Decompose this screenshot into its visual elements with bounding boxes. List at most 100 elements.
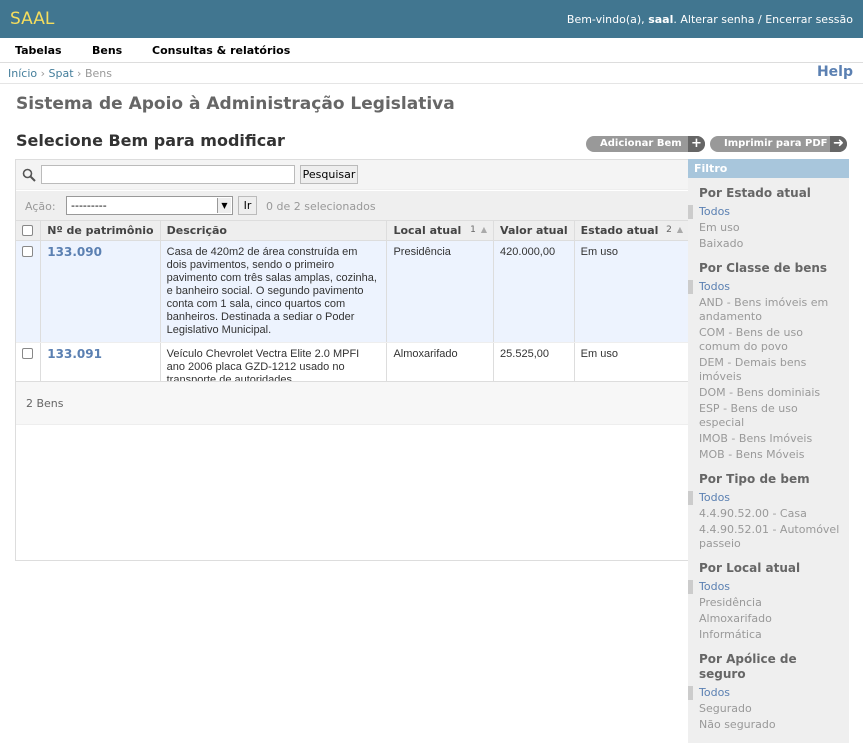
filter-options: Todos Em uso Baixado xyxy=(688,205,849,251)
patrimonio-link[interactable]: 133.090 xyxy=(40,240,161,343)
filter-option[interactable]: Todos xyxy=(688,280,849,294)
main-menu: Tabelas Bens Consultas & relatórios xyxy=(0,38,863,63)
column-header-state[interactable]: Estado atual 2 ▲ xyxy=(573,221,689,241)
change-password-link[interactable]: Alterar senha xyxy=(680,13,754,26)
plus-icon: + xyxy=(688,136,705,152)
filter-group-apolice: Por Apólice de seguro Todos Segurado Não… xyxy=(688,652,849,734)
add-bem-button[interactable]: Adicionar Bem + xyxy=(586,136,705,152)
filter-group-title: Por Tipo de bem xyxy=(699,472,810,486)
column-header-location-label: Local atual xyxy=(393,223,462,237)
filter-option[interactable]: 4.4.90.52.01 - Automóvel passeio xyxy=(688,523,849,551)
filter-group-title: Por Estado atual xyxy=(699,186,811,200)
column-header-location[interactable]: Local atual 1 ▲ xyxy=(386,221,494,241)
search-input[interactable] xyxy=(41,165,295,184)
arrow-right-icon: ➜ xyxy=(830,136,847,152)
select-all-header xyxy=(16,221,41,241)
breadcrumb-separator: › xyxy=(40,67,46,80)
menu-item-tabelas[interactable]: Tabelas xyxy=(15,44,62,57)
state-cell: Em uso xyxy=(573,240,689,343)
actions-bar: Ação: --------- ▼ Ir 0 de 2 selecionados xyxy=(16,191,689,221)
welcome-text: Bem-vindo(a), xyxy=(566,13,645,26)
add-bem-label: Adicionar Bem xyxy=(600,138,682,149)
filter-option[interactable]: Almoxarifado xyxy=(688,612,849,626)
print-pdf-button[interactable]: Imprimir para PDF ➜ xyxy=(710,136,847,152)
header: SAAL Bem-vindo(a), saal. Alterar senha /… xyxy=(0,0,863,38)
select-all-checkbox[interactable] xyxy=(22,225,33,237)
menu-item-consultas[interactable]: Consultas & relatórios xyxy=(152,44,290,57)
logout-link[interactable]: Encerrar sessão xyxy=(765,13,853,26)
search-toolbar: Pesquisar xyxy=(16,160,689,190)
paginator: 2 Bens xyxy=(16,381,689,425)
filter-group-title: Por Apólice de seguro xyxy=(699,652,797,681)
location-cell: Presidência xyxy=(386,240,494,343)
selection-counter: 0 de 2 selecionados xyxy=(266,200,376,213)
breadcrumb-current: Bens xyxy=(84,67,112,80)
filter-options: Todos Presidência Almoxarifado Informáti… xyxy=(688,580,849,642)
filter-group-tipo: Por Tipo de bem Todos 4.4.90.52.00 - Cas… xyxy=(688,472,849,553)
description-cell: Casa de 420m2 de área construída em dois… xyxy=(159,240,387,343)
search-icon xyxy=(22,168,36,182)
system-title: Sistema de Apoio à Administração Legisla… xyxy=(16,94,455,114)
filter-option[interactable]: Todos xyxy=(688,686,849,700)
filter-option[interactable]: Baixado xyxy=(688,237,849,251)
filter-option[interactable]: Segurado xyxy=(688,702,849,716)
column-header-value[interactable]: Valor atual xyxy=(493,221,575,241)
row-select-cell xyxy=(16,240,41,343)
help-link[interactable]: Help xyxy=(817,64,853,80)
filter-option[interactable]: IMOB - Bens Imóveis xyxy=(688,432,849,446)
row-checkbox[interactable] xyxy=(22,348,33,360)
user-tools: Bem-vindo(a), saal. Alterar senha / Ence… xyxy=(566,13,853,26)
filter-option[interactable]: DOM - Bens dominiais xyxy=(688,386,849,400)
filter-options: Todos AND - Bens imóveis em andamento CO… xyxy=(688,280,849,462)
action-select-value: --------- xyxy=(71,199,107,212)
breadcrumb-app[interactable]: Spat xyxy=(49,67,74,80)
go-button[interactable]: Ir xyxy=(238,196,257,215)
action-select[interactable]: --------- ▼ xyxy=(66,196,233,215)
sort-indicator[interactable]: 1 ▲ xyxy=(470,225,487,235)
filter-group-estado: Por Estado atual Todos Em uso Baixado xyxy=(688,186,849,253)
filter-options: Todos Segurado Não segurado xyxy=(688,686,849,732)
filter-option[interactable]: Em uso xyxy=(688,221,849,235)
table-row: 133.090 Casa de 420m2 de área construída… xyxy=(16,240,689,343)
filter-option[interactable]: COM - Bens de uso comum do povo xyxy=(688,326,849,354)
filter-group-title: Por Classe de bens xyxy=(699,261,828,275)
sort-indicator[interactable]: 2 ▲ xyxy=(666,225,683,235)
search-button[interactable]: Pesquisar xyxy=(300,165,358,184)
sort-priority: 1 xyxy=(470,225,476,235)
breadcrumb-separator: › xyxy=(77,67,82,80)
filter-option[interactable]: Todos xyxy=(688,491,849,505)
sort-priority: 2 xyxy=(666,225,672,235)
filter-option[interactable]: Todos xyxy=(688,205,849,219)
filter-option[interactable]: Presidência xyxy=(688,596,849,610)
filter-group-classe: Por Classe de bens Todos AND - Bens imóv… xyxy=(688,261,849,464)
filter-option[interactable]: Todos xyxy=(688,580,849,594)
username: saal xyxy=(648,13,674,26)
site-brand[interactable]: SAAL xyxy=(10,9,54,29)
print-pdf-label: Imprimir para PDF xyxy=(724,138,828,149)
filter-option[interactable]: ESP - Bens de uso especial xyxy=(688,402,849,430)
filter-option[interactable]: Informática xyxy=(688,628,849,642)
filter-option[interactable]: 4.4.90.52.00 - Casa xyxy=(688,507,849,521)
action-label: Ação: xyxy=(25,200,56,213)
result-count: 2 Bens xyxy=(26,397,64,410)
value-cell: 420.000,00 xyxy=(493,240,575,343)
filter-group-local: Por Local atual Todos Presidência Almoxa… xyxy=(688,561,849,644)
column-header-number[interactable]: Nº de patrimônio xyxy=(40,221,161,241)
filter-title: Filtro xyxy=(688,159,849,178)
filter-option[interactable]: MOB - Bens Móveis xyxy=(688,448,849,462)
breadcrumb: Início › Spat › Bens Help xyxy=(0,63,863,84)
filter-option[interactable]: DEM - Demais bens imóveis xyxy=(688,356,849,384)
breadcrumb-home[interactable]: Início xyxy=(8,67,37,80)
filter-option[interactable]: Não segurado xyxy=(688,718,849,732)
sort-ascending-icon: ▲ xyxy=(480,225,488,234)
filter-options: Todos 4.4.90.52.00 - Casa 4.4.90.52.01 -… xyxy=(688,491,849,551)
user-tools-separator: / xyxy=(758,13,762,26)
filter-group-title: Por Local atual xyxy=(699,561,801,575)
filter-sidebar: Filtro Por Estado atual Todos Em uso Bai… xyxy=(688,159,849,743)
filter-option[interactable]: AND - Bens imóveis em andamento xyxy=(688,296,849,324)
menu-item-bens[interactable]: Bens xyxy=(92,44,122,57)
row-checkbox[interactable] xyxy=(22,246,33,258)
sort-ascending-icon: ▲ xyxy=(676,225,683,234)
column-header-description[interactable]: Descrição xyxy=(159,221,387,241)
chevron-down-icon: ▼ xyxy=(217,198,231,213)
